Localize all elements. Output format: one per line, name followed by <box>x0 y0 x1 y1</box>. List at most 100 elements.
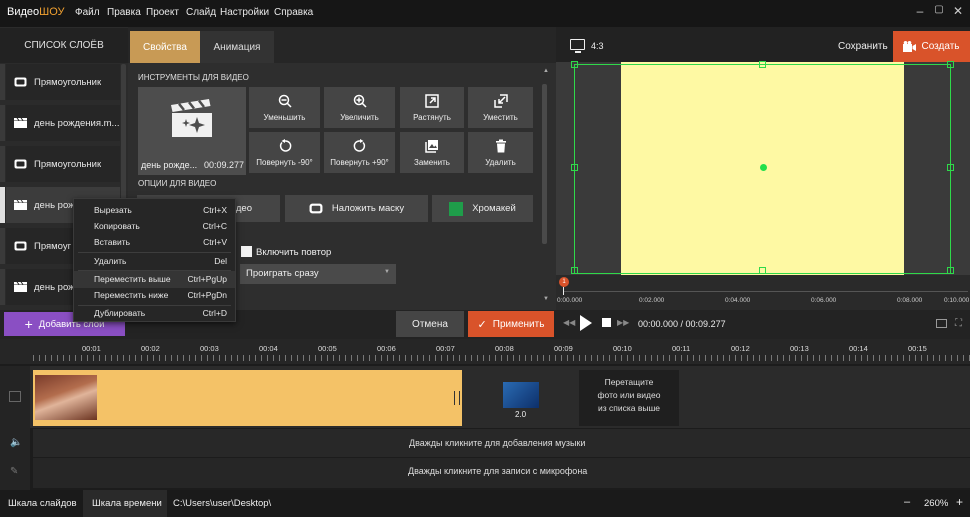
film-icon <box>9 391 21 402</box>
save-button[interactable]: Сохранить <box>838 41 888 52</box>
speaker-icon: 🔈 <box>10 437 23 448</box>
monitor-stand-icon <box>575 51 581 53</box>
video-camera-icon <box>903 41 917 52</box>
layer-handle[interactable] <box>0 64 5 100</box>
ruler-time: 0:06.000 <box>811 297 837 304</box>
ruler-time: 0:08.000 <box>897 297 923 304</box>
transition-thumbnail[interactable] <box>503 382 539 408</box>
tab-properties[interactable]: Свойства <box>130 31 200 63</box>
rectangle-icon <box>14 241 27 251</box>
layer-handle[interactable] <box>0 269 5 305</box>
fit-button[interactable]: Уместить <box>468 87 533 128</box>
ruler-track <box>563 291 968 292</box>
close-icon[interactable]: ✕ <box>950 4 966 20</box>
layer-item[interactable]: день рождения.m... <box>6 105 120 141</box>
minimize-icon[interactable]: – <box>912 4 928 20</box>
video-tools-title: ИНСТРУМЕНТЫ ДЛЯ ВИДЕО <box>138 73 249 82</box>
tab-animation[interactable]: Анимация <box>200 31 274 63</box>
ctx-move-up[interactable]: Переместить выше Ctrl+PgUp <box>74 271 235 288</box>
microphone-hint: Дважды кликните для записи с микрофона <box>408 466 588 476</box>
rectangle-icon <box>14 77 27 87</box>
playback-select[interactable]: Проиграть сразу ▼ <box>240 264 396 284</box>
resize-handle[interactable] <box>571 61 578 68</box>
mask-button[interactable]: Наложить маску <box>285 195 428 222</box>
preview-ruler[interactable] <box>556 275 970 310</box>
menu-file[interactable]: Файл <box>75 7 100 18</box>
timeline-tick-label: 00:15 <box>908 344 927 353</box>
rotation-center-handle[interactable] <box>760 164 767 171</box>
ctx-delete[interactable]: Удалить Del <box>74 253 235 270</box>
drop-zone[interactable]: Перетащите фото или видео из списка выше <box>579 370 679 426</box>
rotate-right-button[interactable]: Повернуть +90° <box>324 132 395 173</box>
resize-handle[interactable] <box>947 164 954 171</box>
zoom-out-icon[interactable]: – <box>904 496 910 508</box>
playhead-marker[interactable]: 1 <box>559 277 569 287</box>
chromakey-button[interactable]: Хромакей <box>432 195 533 222</box>
tab-time-scale[interactable]: Шкала времени <box>92 498 162 509</box>
layer-item[interactable]: Прямоугольник <box>6 146 120 182</box>
rotate-left-icon <box>278 138 292 153</box>
play-icon[interactable] <box>580 315 592 331</box>
zoom-out-button[interactable]: Уменьшить <box>249 87 320 128</box>
menu-settings[interactable]: Настройки <box>220 7 269 18</box>
tab-slide-scale[interactable]: Шкала слайдов <box>8 498 77 509</box>
resize-handle[interactable] <box>759 267 766 274</box>
checkmark-icon: ✓ <box>477 318 487 331</box>
layer-handle[interactable] <box>0 228 5 264</box>
cancel-button[interactable]: Отмена <box>396 311 464 337</box>
ctx-move-down[interactable]: Переместить ниже Ctrl+PgDn <box>74 287 235 304</box>
scroll-up-icon[interactable]: ▲ <box>543 68 549 74</box>
timeline-tick-marks <box>33 355 970 361</box>
layer-handle[interactable] <box>0 105 5 141</box>
resize-handle[interactable] <box>759 61 766 68</box>
ctx-paste[interactable]: Вставить Ctrl+V <box>74 234 235 251</box>
plus-icon: + <box>24 316 33 332</box>
delete-button[interactable]: Удалить <box>468 132 533 173</box>
monitor-icon[interactable] <box>570 39 585 50</box>
resize-handle[interactable] <box>947 61 954 68</box>
properties-scrollbar[interactable] <box>542 84 547 244</box>
clapperboard-icon <box>14 282 27 292</box>
layer-label: Прямоугольник <box>34 158 102 170</box>
zoom-level: 260% <box>924 498 949 509</box>
stop-icon[interactable] <box>602 318 611 327</box>
zoom-out-icon <box>278 94 292 108</box>
clip-name: день рожде... <box>141 160 198 170</box>
ctx-cut[interactable]: Вырезать Ctrl+X <box>74 202 235 219</box>
timeline-tick-label: 00:13 <box>790 344 809 353</box>
layer-item[interactable]: Прямоугольник <box>6 64 120 100</box>
menu-slide[interactable]: Слайд <box>186 7 216 18</box>
next-icon[interactable]: ▶▶ <box>617 318 629 327</box>
zoom-in-icon[interactable]: + <box>956 495 963 509</box>
clapperboard-icon <box>171 99 212 137</box>
create-button[interactable]: Создать <box>893 31 970 62</box>
replace-button[interactable]: Заменить <box>400 132 464 173</box>
clip-trim-handle[interactable] <box>454 391 460 405</box>
previous-icon[interactable]: ◀◀ <box>563 318 575 327</box>
maximize-icon[interactable]: ▢ <box>931 4 947 20</box>
layer-handle-selected[interactable] <box>0 187 5 223</box>
rotate-left-button[interactable]: Повернуть -90° <box>249 132 320 173</box>
menu-help[interactable]: Справка <box>274 7 313 18</box>
resize-handle[interactable] <box>571 267 578 274</box>
zoom-in-icon <box>353 94 367 108</box>
stretch-button[interactable]: Растянуть <box>400 87 464 128</box>
timeline-clip[interactable] <box>33 370 462 426</box>
fit-icon <box>493 93 508 108</box>
rotate-right-icon <box>353 138 367 153</box>
loop-checkbox[interactable] <box>241 246 252 257</box>
ctx-duplicate[interactable]: Дублировать Ctrl+D <box>74 305 235 322</box>
aspect-ratio-label[interactable]: 4:3 <box>591 41 604 51</box>
fullscreen-icon[interactable]: ⛶ <box>955 318 962 329</box>
layer-handle[interactable] <box>0 146 5 182</box>
menu-project[interactable]: Проект <box>146 7 179 18</box>
resize-handle[interactable] <box>947 267 954 274</box>
snapshot-icon[interactable] <box>936 319 947 328</box>
scroll-down-icon[interactable]: ▼ <box>543 296 549 302</box>
resize-handle[interactable] <box>571 164 578 171</box>
zoom-in-button[interactable]: Увеличить <box>324 87 395 128</box>
apply-button[interactable]: ✓ Применить <box>468 311 554 337</box>
layer-label: день рож <box>34 281 75 293</box>
ctx-copy[interactable]: Копировать Ctrl+C <box>74 218 235 235</box>
menu-edit[interactable]: Правка <box>107 7 141 18</box>
